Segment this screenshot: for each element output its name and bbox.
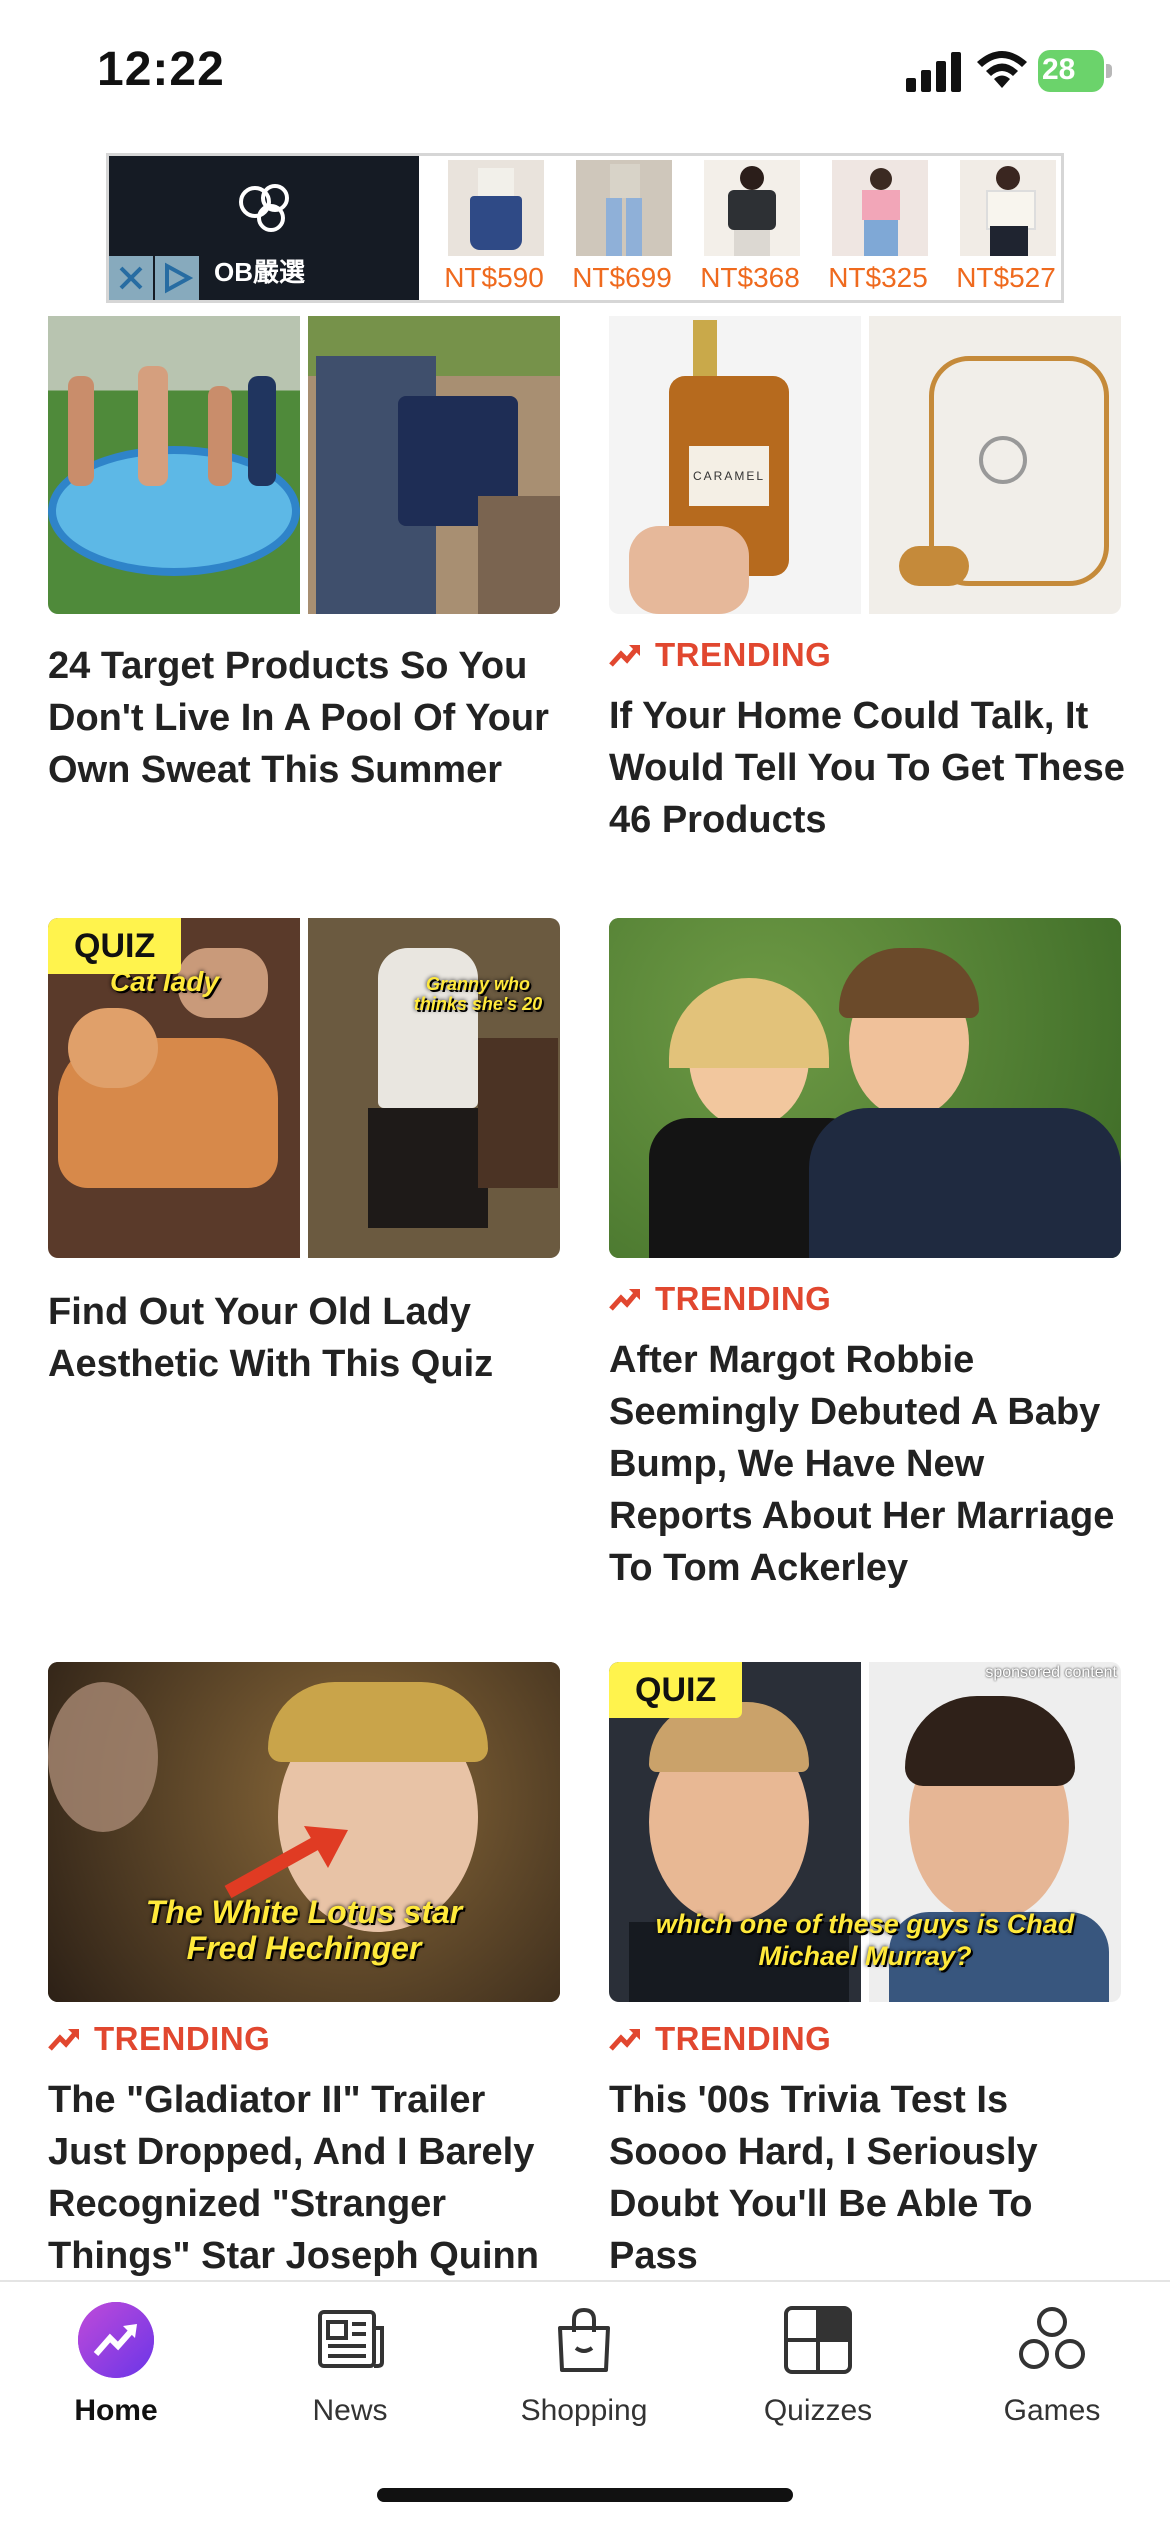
trending-icon <box>609 1289 640 1311</box>
trending-text: TRENDING <box>655 2020 832 2057</box>
caption-line: The White Lotus star <box>145 1894 463 1930</box>
article-title[interactable]: The "Gladiator II" Trailer Just Dropped,… <box>48 2074 568 2282</box>
ad-product-2[interactable]: NT$699 <box>560 160 684 300</box>
trending-arrow-icon <box>78 2302 154 2378</box>
ad-product-image <box>448 160 544 256</box>
trending-icon <box>609 645 640 667</box>
trending-text: TRENDING <box>655 636 832 673</box>
ad-price: NT$325 <box>828 262 928 293</box>
tab-label: Games <box>1003 2394 1101 2427</box>
wifi-icon <box>977 51 1027 88</box>
ad-price: NT$590 <box>444 262 544 293</box>
trending-label: TRENDING <box>609 2020 831 2058</box>
ad-product-image <box>832 160 928 256</box>
status-time: 12:22 <box>97 43 225 96</box>
ad-product-image <box>960 160 1056 256</box>
quiz-grid-icon <box>784 2306 852 2374</box>
article-image[interactable] <box>609 918 1121 1258</box>
ad-price: NT$527 <box>956 262 1056 293</box>
ad-product-4[interactable]: NT$325 <box>816 160 940 300</box>
arrow-icon <box>224 1826 348 1899</box>
article-image[interactable]: The White Lotus star Fred Hechinger <box>48 1662 560 2002</box>
ad-product-image <box>576 160 672 256</box>
ad-product-5[interactable]: NT$527 <box>944 160 1068 300</box>
games-icon <box>1019 2307 1085 2369</box>
image-caption: Granny who thinks she's 20 <box>413 974 543 1014</box>
ad-product-1[interactable]: NT$590 <box>432 160 556 300</box>
article-title[interactable]: If Your Home Could Talk, It Would Tell Y… <box>609 690 1129 846</box>
article-image[interactable] <box>48 316 560 614</box>
ad-banner[interactable]: OB嚴選 NT$590 NT$699 NT$368 NT$325 NT$527 <box>106 153 1064 303</box>
trending-text: TRENDING <box>655 1280 832 1317</box>
tab-label: Quizzes <box>763 2394 873 2427</box>
article-title[interactable]: 24 Target Products So You Don't Live In … <box>48 640 568 796</box>
image-caption: The White Lotus star Fred Hechinger <box>48 1894 560 1966</box>
brand-logo-icon <box>239 184 289 232</box>
tab-games[interactable]: Games <box>952 2302 1152 2452</box>
image-caption: which one of these guys is Chad Michael … <box>655 1909 1075 1971</box>
battery-icon: 28 <box>1038 50 1112 92</box>
cellular-signal-icon <box>906 52 961 92</box>
tab-label: Home <box>74 2394 158 2427</box>
quiz-badge: QUIZ <box>609 1662 743 1718</box>
article-title[interactable]: After Margot Robbie Seemingly Debuted A … <box>609 1334 1129 1594</box>
ad-price: NT$368 <box>700 262 800 293</box>
ad-choices-icon[interactable] <box>155 256 199 300</box>
trending-label: TRENDING <box>609 1280 831 1318</box>
ad-brand-panel[interactable]: OB嚴選 <box>109 156 419 300</box>
article-image[interactable]: Cat lady Granny who thinks she's 20 QUIZ <box>48 918 560 1258</box>
article-image[interactable]: sponsored content which one of these guy… <box>609 1662 1121 2002</box>
article-title[interactable]: This '00s Trivia Test Is Soooo Hard, I S… <box>609 2074 1129 2282</box>
tab-label: News <box>312 2394 388 2427</box>
tab-quizzes[interactable]: Quizzes <box>718 2302 918 2452</box>
battery-level: 28 <box>1042 53 1076 86</box>
ad-product-image <box>704 160 800 256</box>
newspaper-icon <box>318 2310 384 2368</box>
trending-icon <box>48 2029 79 2051</box>
article-title[interactable]: Find Out Your Old Lady Aesthetic With Th… <box>48 1286 568 1390</box>
ad-close-icon[interactable] <box>109 256 153 300</box>
trending-text: TRENDING <box>94 2020 271 2057</box>
home-indicator[interactable] <box>377 2488 793 2502</box>
tab-shopping[interactable]: Shopping <box>484 2302 684 2452</box>
article-image[interactable]: CARAMEL <box>609 316 1121 614</box>
caption-line: Fred Hechinger <box>186 1930 422 1966</box>
quiz-badge: QUIZ <box>48 918 182 974</box>
trending-label: TRENDING <box>48 2020 270 2058</box>
bottle-label: CARAMEL <box>689 446 769 506</box>
trending-icon <box>609 2029 640 2051</box>
tab-label: Shopping <box>520 2394 648 2427</box>
ad-brand-name: OB嚴選 <box>214 257 306 287</box>
tab-home[interactable]: Home <box>16 2302 216 2452</box>
status-bar: 12:22 28 <box>0 0 1170 150</box>
tab-news[interactable]: News <box>250 2302 450 2452</box>
sponsored-label: sponsored content <box>985 1664 1117 1681</box>
trending-label: TRENDING <box>609 636 831 674</box>
ad-product-3[interactable]: NT$368 <box>688 160 812 300</box>
shopping-bag-icon <box>558 2307 610 2372</box>
ad-price: NT$699 <box>572 262 672 293</box>
